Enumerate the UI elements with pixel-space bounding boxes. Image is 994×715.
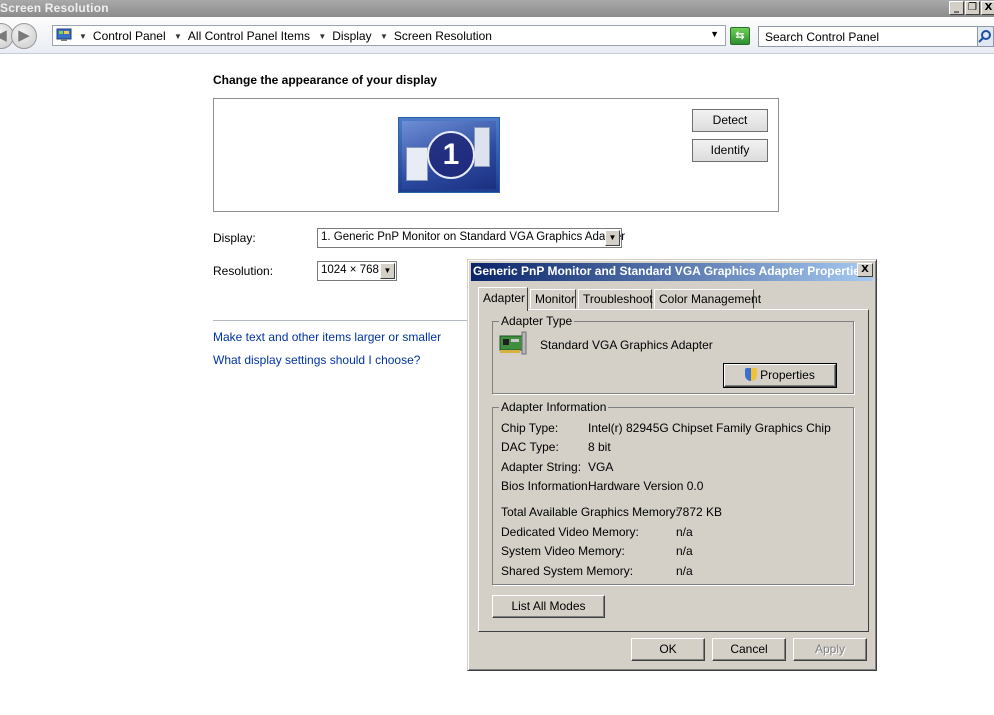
chevron-down-icon[interactable]: ▼ [380,32,388,41]
text-size-link[interactable]: Make text and other items larger or smal… [213,330,441,344]
display-settings-help-link[interactable]: What display settings should I choose? [213,353,420,367]
detect-button[interactable]: Detect [692,109,768,132]
bios-information-value: Hardware Version 0.0 [588,479,704,493]
restore-button[interactable]: ❐ [965,1,980,15]
window-thumbnail [406,147,428,181]
navigation-bar: ◀ ▶ ▼ Control Panel ▼ All Control Panel It… [0,17,994,54]
chevron-down-icon[interactable]: ▼ [318,32,326,41]
dedicated-memory-value: n/a [676,525,693,539]
graphics-card-icon [499,331,527,355]
breadcrumb-display[interactable]: Display [332,29,371,43]
chip-type-value: Intel(r) 82945G Chipset Family Graphics … [588,421,831,435]
tab-troubleshoot[interactable]: Troubleshoot [578,289,653,309]
minimize-button[interactable]: _ [949,1,964,15]
adapter-name: Standard VGA Graphics Adapter [540,338,713,352]
adapter-information-group-label: Adapter Information [499,400,609,414]
resolution-label: Resolution: [213,264,274,278]
ok-button[interactable]: OK [631,638,705,661]
chevron-down-icon[interactable]: ▼ [605,230,620,246]
dedicated-memory-label: Dedicated Video Memory: [501,525,639,539]
display-label: Display: [213,231,256,245]
total-memory-label: Total Available Graphics Memory: [501,505,679,519]
dialog-title-bar[interactable]: Generic PnP Monitor and Standard VGA Gra… [471,263,873,281]
apply-button[interactable]: Apply [793,638,867,661]
adapter-type-group-label: Adapter Type [499,314,575,328]
search-input[interactable]: Search Control Panel [758,26,978,47]
breadcrumb: ▼ Control Panel ▼ All Control Panel Items … [77,29,495,43]
tab-adapter[interactable]: Adapter [478,287,528,311]
chevron-down-icon[interactable]: ▼ [380,263,395,279]
dialog-close-button[interactable]: X [857,263,873,277]
adapter-string-label: Adapter String: [501,460,582,474]
control-panel-icon [56,28,72,41]
system-memory-label: System Video Memory: [501,544,625,558]
page-title: Change the appearance of your display [213,73,438,87]
close-button[interactable]: X [981,1,994,15]
dialog-title: Generic PnP Monitor and Standard VGA Gra… [473,264,867,278]
cancel-button[interactable]: Cancel [712,638,786,661]
tab-color-management[interactable]: Color Management [654,289,761,309]
system-memory-value: n/a [676,544,693,558]
adapter-properties-button[interactable]: Properties [723,363,837,388]
display-select[interactable]: 1. Generic PnP Monitor on Standard VGA G… [317,228,626,248]
address-bar[interactable]: ▼ Control Panel ▼ All Control Panel Items … [52,25,726,46]
resolution-select-value: 1024 × 768 [321,264,379,276]
identify-button[interactable]: Identify [692,139,768,162]
shared-memory-value: n/a [676,564,693,578]
adapter-information-group: Adapter Information Chip Type: Intel(r) … [492,400,854,585]
shared-memory-label: Shared System Memory: [501,564,634,578]
refresh-icon[interactable]: ⇆ [730,27,750,45]
adapter-tab-panel: Adapter Type Standard VGA Graphics Adapt… [478,309,869,632]
display-select-value: 1. Generic PnP Monitor on Standard VGA G… [321,231,626,243]
chevron-down-icon[interactable]: ▼ [174,32,182,41]
chevron-down-icon[interactable]: ▼ [79,32,87,41]
monitor-screen: 1 [402,121,496,189]
tab-monitor[interactable]: Monitor [530,289,576,309]
monitor-number: 1 [427,131,475,179]
breadcrumb-control-panel[interactable]: Control Panel [93,29,166,43]
list-all-modes-button[interactable]: List All Modes [492,595,605,618]
window-title-bar[interactable]: Screen Resolution _ ❐ X [0,0,994,17]
search-icon[interactable] [978,26,994,47]
properties-label: Properties [760,368,815,382]
forward-arrow-icon[interactable]: ▶ [11,23,37,49]
window-thumbnail [474,127,490,167]
chip-type-label: Chip Type: [501,421,559,435]
bios-information-label: Bios Information: [501,479,592,493]
shield-icon [745,368,758,381]
adapter-type-group: Adapter Type Standard VGA Graphics Adapt… [492,314,854,394]
resolution-select[interactable]: 1024 × 768 ▼ [317,261,397,281]
dac-type-value: 8 bit [588,440,611,454]
monitor-preview-icon[interactable]: 1 [398,117,500,193]
total-memory-value: 7872 KB [676,505,723,519]
breadcrumb-screen-resolution[interactable]: Screen Resolution [394,29,492,43]
display-preview-panel: 1 Detect Identify [213,98,779,212]
divider [213,320,467,321]
window-title: Screen Resolution [0,1,109,15]
breadcrumb-all-items[interactable]: All Control Panel Items [188,29,310,43]
adapter-properties-dialog: Generic PnP Monitor and Standard VGA Gra… [467,259,877,671]
dac-type-label: DAC Type: [501,440,559,454]
adapter-string-value: VGA [588,460,614,474]
address-dropdown-icon[interactable]: ▼ [710,29,719,39]
